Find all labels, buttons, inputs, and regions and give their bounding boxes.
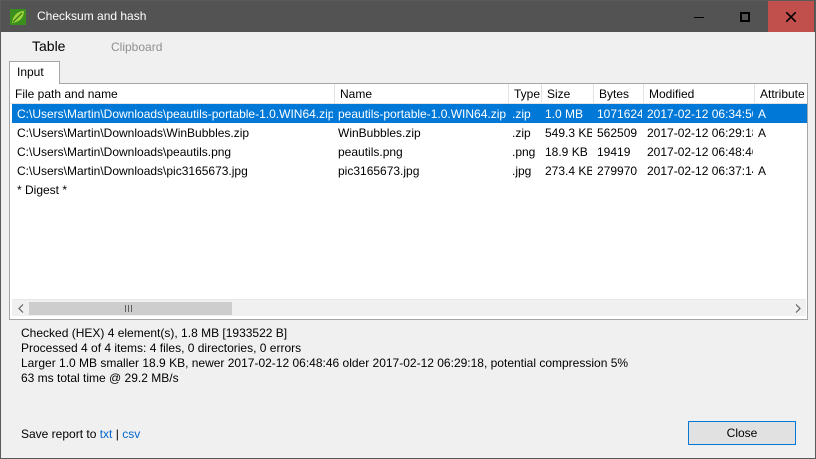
digest-row[interactable]: * Digest * bbox=[17, 183, 67, 197]
table-button[interactable]: Table bbox=[32, 38, 65, 54]
link-separator: | bbox=[115, 427, 119, 441]
save-txt-link[interactable]: txt bbox=[100, 427, 113, 441]
status-line-timing: 63 ms total time @ 29.2 MB/s bbox=[21, 371, 179, 385]
cell-attribute: A bbox=[758, 126, 767, 140]
title-bar[interactable]: Checksum and hash bbox=[1, 1, 815, 32]
cell-bytes: 1071624 bbox=[597, 107, 642, 121]
column-header-bytes[interactable]: Bytes bbox=[594, 84, 644, 104]
cell-size: 18.9 KB bbox=[545, 145, 588, 159]
cell-bytes: 562509 bbox=[597, 126, 638, 140]
table-header: File path and name Name Type Size Bytes … bbox=[10, 84, 807, 104]
cell-type: .png bbox=[512, 145, 536, 159]
save-csv-link[interactable]: csv bbox=[122, 427, 140, 441]
grip-icon bbox=[125, 305, 132, 312]
cell-type: .jpg bbox=[512, 164, 532, 178]
cell-name: peautils.png bbox=[338, 145, 403, 159]
cell-path: C:\Users\Martin\Downloads\peautils.png bbox=[17, 145, 232, 159]
horizontal-scrollbar[interactable] bbox=[12, 299, 806, 316]
close-button[interactable]: Close bbox=[688, 421, 796, 445]
results-panel: File path and name Name Type Size Bytes … bbox=[9, 83, 808, 320]
column-header-attribute[interactable]: Attribute bbox=[755, 84, 807, 104]
cell-size: 549.3 KB bbox=[545, 126, 592, 140]
save-report: Save report to txt | csv bbox=[21, 427, 140, 441]
scroll-right-button[interactable] bbox=[789, 300, 806, 317]
cell-path: C:\Users\Martin\Downloads\peautils-porta… bbox=[17, 107, 333, 121]
maximize-icon bbox=[740, 11, 750, 22]
cell-path: C:\Users\Martin\Downloads\pic3165673.jpg bbox=[17, 164, 248, 178]
cell-size: 273.4 KB bbox=[545, 164, 592, 178]
status-summary: Checked (HEX) 4 element(s), 1.8 MB [1933… bbox=[21, 326, 628, 386]
cell-bytes: 19419 bbox=[597, 145, 631, 159]
tab-input[interactable]: Input bbox=[9, 61, 60, 84]
chevron-right-icon bbox=[795, 304, 801, 313]
scroll-left-button[interactable] bbox=[12, 300, 29, 317]
table-row[interactable]: C:\Users\Martin\Downloads\pic3165673.jpg… bbox=[12, 161, 807, 180]
cell-size: 1.0 MB bbox=[545, 107, 584, 121]
status-line-processed: Processed 4 of 4 items: 4 files, 0 direc… bbox=[21, 341, 302, 355]
cell-name: WinBubbles.zip bbox=[338, 126, 421, 140]
column-header-name[interactable]: Name bbox=[335, 84, 509, 104]
cell-modified: 2017-02-12 06:34:50 bbox=[647, 107, 753, 121]
cell-attribute: A bbox=[758, 164, 767, 178]
cell-path: C:\Users\Martin\Downloads\WinBubbles.zip bbox=[17, 126, 250, 140]
scrollbar-thumb[interactable] bbox=[29, 302, 232, 315]
clipboard-button[interactable]: Clipboard bbox=[111, 40, 162, 54]
table-row[interactable]: C:\Users\Martin\Downloads\peautils.png p… bbox=[12, 142, 807, 161]
cell-attribute: A bbox=[758, 107, 767, 121]
column-header-type[interactable]: Type bbox=[509, 84, 542, 104]
save-report-label: Save report to bbox=[21, 427, 97, 441]
status-line-checked: Checked (HEX) 4 element(s), 1.8 MB [1933… bbox=[21, 326, 288, 340]
column-header-path[interactable]: File path and name bbox=[10, 84, 335, 104]
table-row[interactable]: C:\Users\Martin\Downloads\WinBubbles.zip… bbox=[12, 123, 807, 142]
cell-bytes: 279970 bbox=[597, 164, 638, 178]
chevron-left-icon bbox=[17, 304, 23, 313]
maximize-button[interactable] bbox=[722, 1, 768, 32]
minimize-button[interactable] bbox=[676, 1, 722, 32]
tab-strip: Input bbox=[1, 61, 815, 84]
footer-divider bbox=[1, 405, 815, 406]
checksum-window: Checksum and hash Table Clipboard Input … bbox=[0, 0, 816, 459]
minimize-icon bbox=[694, 16, 704, 18]
column-header-modified[interactable]: Modified bbox=[644, 84, 755, 104]
cell-modified: 2017-02-12 06:29:18 bbox=[647, 126, 753, 140]
cell-modified: 2017-02-12 06:37:14 bbox=[647, 164, 753, 178]
table-body: C:\Users\Martin\Downloads\peautils-porta… bbox=[10, 104, 807, 299]
cell-name: pic3165673.jpg bbox=[338, 164, 420, 178]
cell-attribute bbox=[753, 142, 805, 161]
cell-name: peautils-portable-1.0.WIN64.zip bbox=[338, 107, 507, 121]
close-window-button[interactable] bbox=[768, 1, 814, 32]
cell-type: .zip bbox=[512, 126, 531, 140]
leaf-icon bbox=[10, 9, 26, 25]
cell-modified: 2017-02-12 06:48:46 bbox=[647, 145, 753, 159]
toolbar: Table Clipboard bbox=[1, 32, 815, 61]
status-line-compare: Larger 1.0 MB smaller 18.9 KB, newer 201… bbox=[21, 356, 629, 370]
table-row[interactable]: C:\Users\Martin\Downloads\peautils-porta… bbox=[12, 104, 807, 123]
column-header-size[interactable]: Size bbox=[542, 84, 594, 104]
close-icon bbox=[786, 11, 796, 22]
cell-type: .zip bbox=[512, 107, 531, 121]
window-title: Checksum and hash bbox=[37, 9, 147, 23]
